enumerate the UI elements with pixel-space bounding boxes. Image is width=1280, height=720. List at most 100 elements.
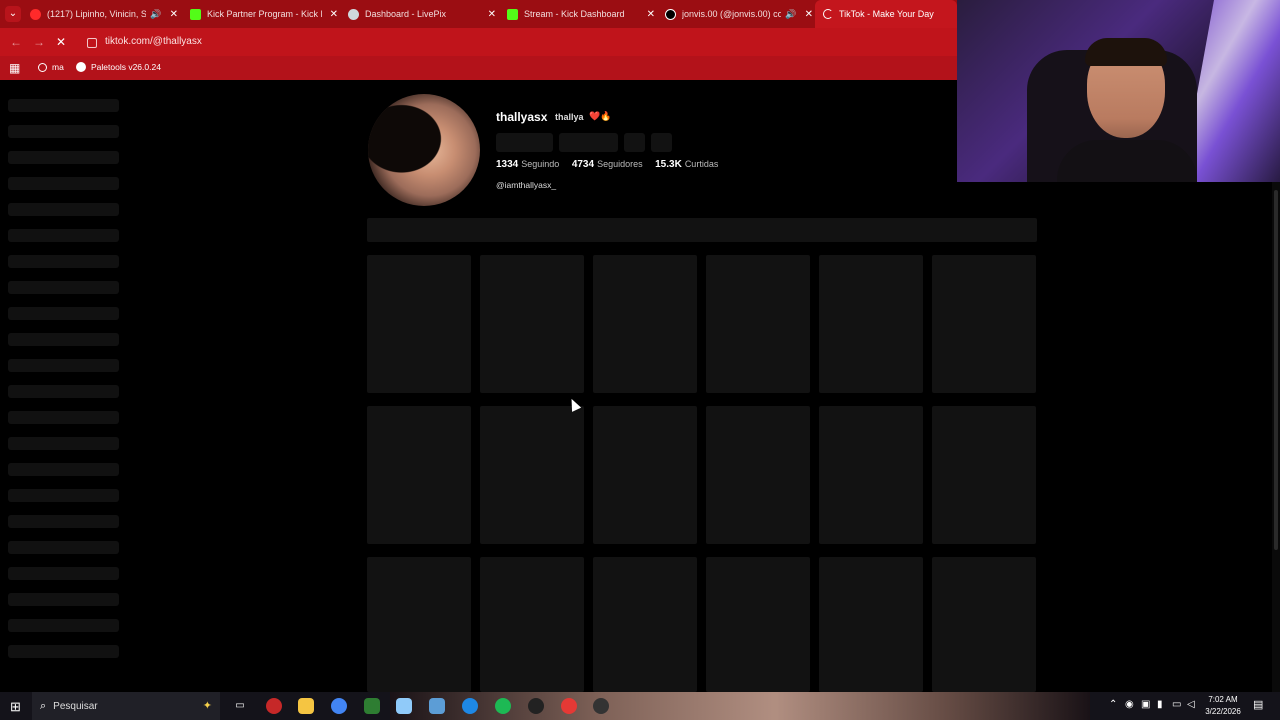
bookmark-whatsapp[interactable]: ma bbox=[38, 62, 64, 72]
video-thumbnail-skeleton[interactable] bbox=[367, 255, 471, 393]
kick-icon bbox=[190, 8, 201, 20]
app-red-icon[interactable] bbox=[266, 698, 282, 714]
skeleton-line bbox=[8, 229, 119, 242]
notification-icon[interactable]: ▤ bbox=[1253, 698, 1263, 711]
video-thumbnail-skeleton[interactable] bbox=[932, 557, 1036, 692]
profile-username: thallyasx bbox=[496, 110, 548, 124]
skeleton-line bbox=[8, 151, 119, 164]
skeleton-line bbox=[8, 177, 119, 190]
task-view-icon[interactable]: ▭ bbox=[232, 698, 248, 714]
video-thumbnail-skeleton[interactable] bbox=[706, 406, 810, 544]
followers-count: 4734 bbox=[571, 159, 595, 170]
obs-icon[interactable] bbox=[528, 698, 544, 714]
chrome-profile-icon[interactable] bbox=[561, 698, 577, 714]
apps-grid-icon[interactable]: ▦ bbox=[9, 61, 20, 75]
video-thumbnail-skeleton[interactable] bbox=[480, 557, 584, 692]
speaker-icon[interactable]: 🔊 bbox=[150, 9, 161, 20]
video-thumbnail-skeleton[interactable] bbox=[367, 557, 471, 692]
stop-loading-icon[interactable]: ✕ bbox=[56, 35, 66, 49]
tab-tiktok-jonvis[interactable]: jonvis.00 (@jonvis.00) come 🔊 ✕ bbox=[665, 0, 813, 28]
video-thumbnail-skeleton[interactable] bbox=[932, 255, 1036, 393]
video-thumbnail-skeleton[interactable] bbox=[480, 406, 584, 544]
tab-search-button[interactable]: ⌄ bbox=[5, 6, 21, 22]
video-thumbnail-skeleton[interactable] bbox=[480, 255, 584, 393]
share-button-skeleton[interactable] bbox=[624, 133, 645, 152]
record-icon[interactable]: ◉ bbox=[1125, 699, 1134, 710]
video-thumbnail-skeleton[interactable] bbox=[593, 406, 697, 544]
app-green-icon[interactable] bbox=[364, 698, 380, 714]
display-icon[interactable]: ▣ bbox=[1141, 699, 1150, 710]
tab-youtube[interactable]: (1217) Lipinho, Vinicin, Surf 🔊 ✕ bbox=[30, 0, 178, 28]
likes-stat: 15.3K Curtidas bbox=[655, 159, 718, 170]
back-icon[interactable]: ← bbox=[10, 35, 22, 49]
windows-start-icon[interactable]: ⊞ bbox=[10, 699, 21, 715]
microphone-icon[interactable]: ▮ bbox=[1157, 699, 1163, 710]
app-light-icon[interactable] bbox=[429, 698, 445, 714]
close-icon[interactable]: ✕ bbox=[647, 9, 655, 20]
skeleton-line bbox=[8, 463, 119, 476]
follow-button-skeleton[interactable] bbox=[496, 133, 553, 152]
skeleton-line bbox=[8, 125, 119, 138]
skeleton-line bbox=[8, 385, 119, 398]
video-thumbnail-skeleton[interactable] bbox=[819, 255, 923, 393]
chrome-icon[interactable] bbox=[331, 698, 347, 714]
close-icon[interactable]: ✕ bbox=[330, 9, 338, 20]
message-button-skeleton[interactable] bbox=[559, 133, 618, 152]
video-thumbnail-skeleton[interactable] bbox=[593, 557, 697, 692]
site-info-icon[interactable] bbox=[87, 38, 97, 48]
video-thumbnail-skeleton[interactable] bbox=[706, 255, 810, 393]
network-icon[interactable]: ▭ bbox=[1172, 699, 1181, 710]
profile-avatar[interactable] bbox=[368, 94, 480, 206]
edge-icon[interactable] bbox=[462, 698, 478, 714]
speaker-icon[interactable]: 🔊 bbox=[785, 9, 796, 20]
tab-livepix[interactable]: Dashboard - LivePix ✕ bbox=[348, 0, 496, 28]
tab-kick-stream[interactable]: Stream - Kick Dashboard ✕ bbox=[507, 0, 655, 28]
system-clock[interactable]: 7:02 AM 3/22/2026 bbox=[1202, 694, 1244, 718]
following-count: 1334 bbox=[496, 159, 519, 170]
bookmark-paletools[interactable]: Paletools v26.0.24 bbox=[76, 62, 161, 72]
skeleton-line bbox=[8, 437, 119, 450]
skeleton-line bbox=[8, 489, 119, 502]
tab-title: Kick Partner Program - Kick Da bbox=[207, 9, 322, 19]
volume-icon[interactable]: ◁ bbox=[1187, 699, 1195, 710]
streamer-body bbox=[1057, 140, 1197, 182]
skeleton-line bbox=[8, 593, 119, 606]
more-button-skeleton[interactable] bbox=[651, 133, 672, 152]
chevron-up-icon[interactable]: ⌃ bbox=[1109, 699, 1117, 710]
close-icon[interactable]: ✕ bbox=[805, 9, 813, 20]
livepix-icon bbox=[348, 8, 359, 20]
app-blue-icon[interactable] bbox=[396, 698, 412, 714]
bookmark-label: ma bbox=[52, 62, 64, 72]
taskbar-search[interactable]: ⌕ Pesquisar ✦ bbox=[32, 692, 220, 720]
tab-tiktok-active[interactable]: TikTok - Make Your Day bbox=[815, 0, 957, 28]
clock-date: 3/22/2026 bbox=[1205, 707, 1241, 716]
file-explorer-icon[interactable] bbox=[298, 698, 314, 714]
app-dark-icon[interactable] bbox=[593, 698, 609, 714]
video-thumbnail-skeleton[interactable] bbox=[819, 406, 923, 544]
tab-kick-partner[interactable]: Kick Partner Program - Kick Da ✕ bbox=[190, 0, 338, 28]
heart-fire-emoji: ❤️🔥 bbox=[589, 111, 612, 121]
tab-title: jonvis.00 (@jonvis.00) come bbox=[682, 9, 782, 19]
tiktok-icon bbox=[665, 8, 676, 20]
tab-title: (1217) Lipinho, Vinicin, Surf bbox=[47, 9, 147, 19]
video-thumbnail-skeleton[interactable] bbox=[819, 557, 923, 692]
streamer-hair bbox=[1085, 38, 1167, 66]
video-thumbnail-skeleton[interactable] bbox=[593, 255, 697, 393]
video-thumbnail-skeleton[interactable] bbox=[932, 406, 1036, 544]
close-icon[interactable]: ✕ bbox=[170, 9, 178, 20]
following-stat[interactable]: 1334 Seguindo bbox=[496, 159, 559, 170]
skeleton-line bbox=[8, 281, 119, 294]
skeleton-line bbox=[8, 333, 119, 346]
video-thumbnail-skeleton[interactable] bbox=[706, 557, 810, 692]
whatsapp-icon bbox=[38, 62, 47, 72]
forward-icon[interactable]: → bbox=[33, 35, 45, 49]
url-field[interactable]: tiktok.com/@thallyasx bbox=[105, 36, 202, 47]
skeleton-line bbox=[8, 359, 119, 372]
scrollbar-thumb[interactable] bbox=[1274, 190, 1278, 550]
video-thumbnail-skeleton[interactable] bbox=[367, 406, 471, 544]
spotify-icon[interactable] bbox=[495, 698, 511, 714]
address-bar: ← → ✕ tiktok.com/@thallyasx bbox=[0, 28, 957, 56]
skeleton-line bbox=[8, 203, 119, 216]
close-icon[interactable]: ✕ bbox=[488, 9, 496, 20]
followers-stat[interactable]: 4734 Seguidores bbox=[571, 159, 643, 170]
